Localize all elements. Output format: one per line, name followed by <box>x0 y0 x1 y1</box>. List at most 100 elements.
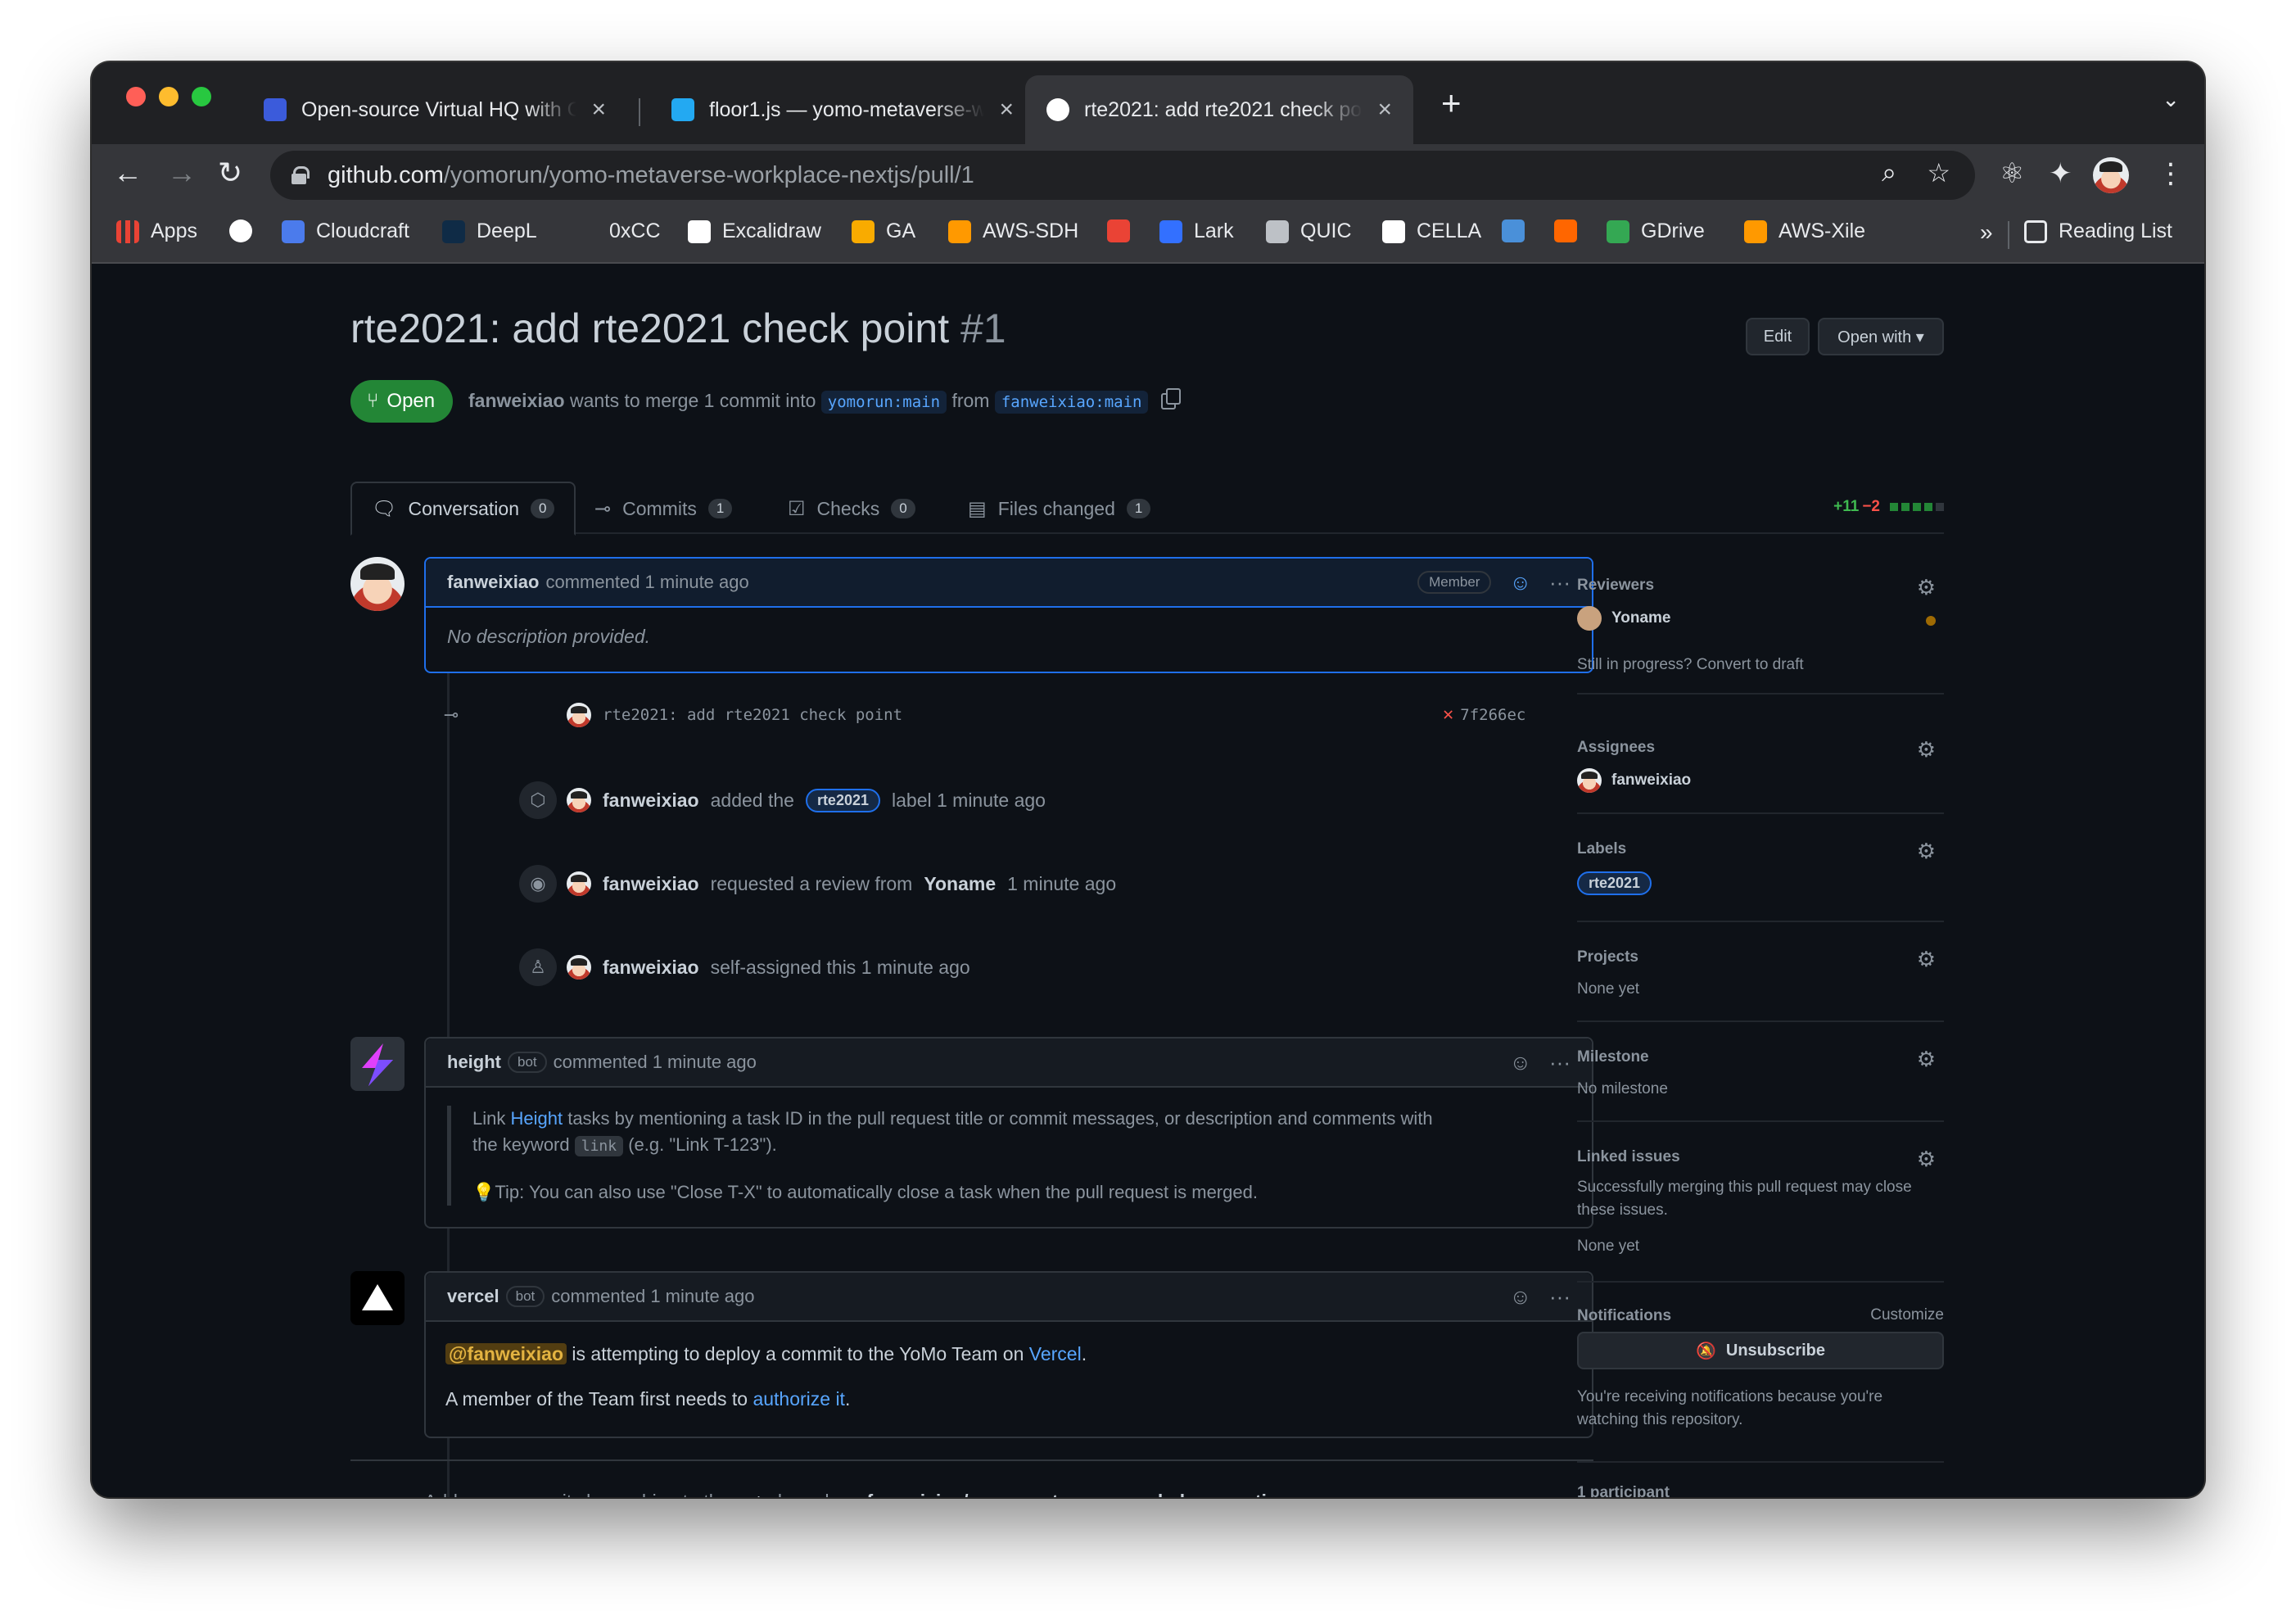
minimize-window-button[interactable] <box>159 87 179 106</box>
add-reaction-icon[interactable]: ☺ <box>1509 1050 1531 1075</box>
bookmark-0xcc[interactable]: 0xCC <box>609 219 661 243</box>
sidebar-reviewers: Reviewers ⚙ Yoname Still in progress? Co… <box>1577 575 1944 695</box>
avatar <box>567 955 591 980</box>
avatar[interactable] <box>350 557 405 611</box>
commit-sha[interactable]: ✕ 7f266ec <box>1443 704 1525 725</box>
bookmark-lark[interactable]: Lark <box>1159 219 1234 243</box>
bookmark-cella[interactable]: CELLA <box>1382 219 1481 243</box>
reload-icon[interactable]: ↻ <box>218 156 242 190</box>
sidebar-linked-issues: Linked issues ⚙ Successfully merging thi… <box>1577 1147 1944 1283</box>
bookmark-star-icon[interactable]: ☆ <box>1927 157 1950 188</box>
more-options-icon[interactable]: ··· <box>1549 570 1571 595</box>
copy-icon[interactable] <box>1161 388 1181 410</box>
unsubscribe-button[interactable]: 🔕 Unsubscribe <box>1577 1332 1944 1369</box>
height-link[interactable]: Height <box>510 1108 563 1129</box>
react-devtools-icon[interactable]: ⚛ <box>2000 157 2024 190</box>
bookmark-apps[interactable]: Apps <box>116 219 197 243</box>
sidebar-heading[interactable]: Milestone <box>1577 1048 1649 1066</box>
add-reaction-icon[interactable]: ☺ <box>1509 1284 1531 1310</box>
close-tab-icon[interactable]: × <box>999 96 1014 124</box>
avatar <box>567 788 591 812</box>
comment-author[interactable]: fanweixiao <box>447 572 539 593</box>
browser-tab-1[interactable]: Open-source Virtual HQ with G × <box>242 75 627 144</box>
bookmark-github[interactable] <box>229 219 252 242</box>
bookmark-quic[interactable]: QUIC <box>1266 219 1352 243</box>
vercel-bot-avatar[interactable] <box>350 1271 405 1325</box>
address-bar[interactable]: github.com/yomorun/yomo-metaverse-workpl… <box>270 151 1975 200</box>
gear-icon[interactable]: ⚙ <box>1917 737 1936 762</box>
base-branch[interactable]: yomorun:main <box>820 391 947 414</box>
comment-author[interactable]: height <box>447 1052 501 1073</box>
new-tab-button[interactable]: + <box>1441 84 1462 123</box>
gear-icon[interactable]: ⚙ <box>1917 839 1936 864</box>
reviewer-link[interactable]: Yoname <box>924 873 996 895</box>
sidebar-heading[interactable]: Assignees <box>1577 739 1655 757</box>
commit-message[interactable]: rte2021: add rte2021 check point <box>603 706 902 724</box>
event-author[interactable]: fanweixiao <box>603 790 699 812</box>
profile-avatar[interactable] <box>2093 157 2129 193</box>
bookmark-deepl[interactable]: DeepL <box>442 219 537 243</box>
tab-conversation[interactable]: 🗨 Conversation 0 <box>350 482 576 536</box>
height-bot-avatar[interactable] <box>350 1037 405 1091</box>
assignee-item[interactable]: fanweixiao <box>1577 768 1691 793</box>
member-badge: Member <box>1417 571 1492 594</box>
head-branch[interactable]: fanweixiao:main <box>994 391 1149 414</box>
label-pill[interactable]: rte2021 <box>1577 871 1652 895</box>
more-options-icon[interactable]: ··· <box>1549 1284 1571 1310</box>
pull-request-icon: ⑂ <box>367 390 379 412</box>
bookmark-hackernews[interactable] <box>1554 219 1577 242</box>
customize-link[interactable]: Customize <box>1870 1304 1944 1327</box>
bookmark-gmail[interactable] <box>1107 219 1130 242</box>
browser-tab-2[interactable]: floor1.js — yomo-metaverse-w × <box>650 75 1035 144</box>
more-options-icon[interactable]: ··· <box>1549 1050 1571 1075</box>
label-pill[interactable]: rte2021 <box>805 788 880 812</box>
event-author[interactable]: fanweixiao <box>603 873 699 895</box>
gear-icon[interactable]: ⚙ <box>1917 1047 1936 1072</box>
bookmark-cloudcraft[interactable]: Cloudcraft <box>282 219 409 243</box>
tab-checks[interactable]: ☑ Checks 0 <box>768 482 935 536</box>
event-author[interactable]: fanweixiao <box>603 957 699 979</box>
comment-body: @fanweixiao is attempting to deploy a co… <box>445 1343 1087 1410</box>
maximize-window-button[interactable] <box>192 87 211 106</box>
comment-author[interactable]: vercel <box>447 1286 499 1307</box>
close-window-button[interactable] <box>126 87 146 106</box>
vercel-link[interactable]: Vercel <box>1029 1343 1082 1364</box>
comment-header: fanweixiao commented 1 minute ago Member… <box>426 559 1592 608</box>
open-with-button[interactable]: Open with ▾ <box>1818 318 1944 355</box>
bookmarks-overflow-icon[interactable]: » <box>1980 219 1993 246</box>
tab-files-changed[interactable]: ▤ Files changed 1 <box>948 482 1170 536</box>
bookmark-tasks[interactable] <box>1502 219 1525 242</box>
gear-icon[interactable]: ⚙ <box>1917 1147 1936 1172</box>
forward-icon[interactable]: → <box>167 156 197 190</box>
bookmark-excalidraw[interactable]: Excalidraw <box>688 219 821 243</box>
extensions-icon[interactable]: ✦ <box>2049 157 2072 190</box>
gear-icon[interactable]: ⚙ <box>1917 947 1936 972</box>
add-reaction-icon[interactable]: ☺ <box>1509 570 1531 595</box>
tab-search-icon[interactable]: ⌄ <box>2162 87 2180 112</box>
authorize-link[interactable]: authorize it <box>753 1388 845 1410</box>
browser-menu-icon[interactable]: ⋮ <box>2157 157 2185 190</box>
sidebar-heading[interactable]: Linked issues <box>1577 1148 1680 1166</box>
repo-link[interactable]: fanweixiao/yomo-metaverse-workplace-next… <box>867 1491 1277 1497</box>
edit-button[interactable]: Edit <box>1746 318 1810 355</box>
convert-to-draft-link[interactable]: Still in progress? Convert to draft <box>1577 654 1804 677</box>
bookmark-ga[interactable]: GA <box>852 219 915 243</box>
back-icon[interactable]: ← <box>113 156 142 190</box>
bookmark-aws-xile[interactable]: AWS-Xile <box>1744 219 1865 243</box>
close-tab-icon[interactable]: × <box>1377 96 1392 124</box>
bookmark-gdrive[interactable]: GDrive <box>1607 219 1705 243</box>
close-tab-icon[interactable]: × <box>591 96 606 124</box>
pr-author-link[interactable]: fanweixiao <box>468 390 565 411</box>
browser-tab-3-active[interactable]: rte2021: add rte2021 check po × <box>1025 75 1413 144</box>
zoom-icon[interactable]: ⌕ <box>1882 157 1896 188</box>
url-text[interactable]: github.com/yomorun/yomo-metaverse-workpl… <box>328 162 974 189</box>
sidebar-heading[interactable]: Labels <box>1577 840 1626 858</box>
bookmark-aws-sdh[interactable]: AWS-SDH <box>948 219 1078 243</box>
gear-icon[interactable]: ⚙ <box>1917 575 1936 600</box>
tab-commits[interactable]: ⊸ Commits 1 <box>575 482 752 536</box>
user-mention[interactable]: @fanweixiao <box>445 1343 567 1364</box>
sidebar-heading[interactable]: Reviewers <box>1577 577 1654 595</box>
sidebar-heading[interactable]: Projects <box>1577 948 1638 966</box>
reading-list-button[interactable]: Reading List <box>2024 219 2172 243</box>
reviewer-item[interactable]: Yoname <box>1577 606 1671 631</box>
